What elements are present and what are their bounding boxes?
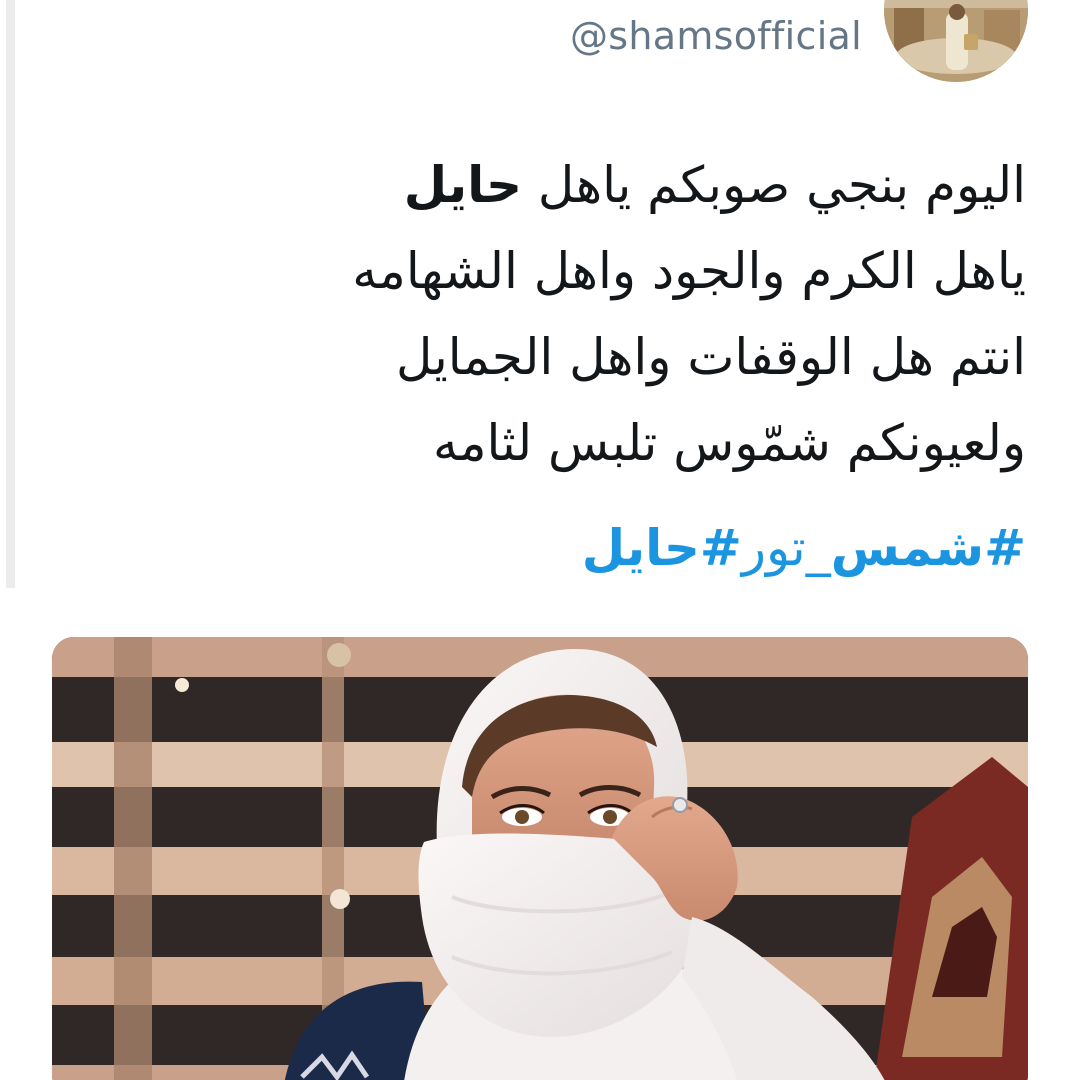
hashtag-row: #شمس_تور#حايل bbox=[582, 508, 1026, 588]
tweet-line-text: انتم هل الوقفات واهل الجمايل bbox=[395, 328, 1026, 386]
tweet-screen: @shamsofficial اليوم بنجي صوبكم ياهل حاي… bbox=[0, 0, 1080, 1080]
hashtag-link[interactable]: #شمس_تور bbox=[742, 519, 1026, 577]
hashtag-rest-part: _تور bbox=[741, 519, 831, 577]
thread-divider bbox=[6, 0, 15, 588]
hashtag-link[interactable]: #حايل bbox=[582, 519, 742, 577]
user-handle[interactable]: @shamsofficial bbox=[570, 14, 862, 58]
hashtag-bold-part: #شمس bbox=[830, 519, 1026, 577]
avatar-photo bbox=[884, 0, 1028, 82]
tweet-line: اليوم بنجي صوبكم ياهل حايل bbox=[346, 142, 1026, 228]
tweet-media[interactable] bbox=[52, 637, 1028, 1080]
tweet-line: ولعيونكم شمّوس تلبس لثامه bbox=[346, 400, 1026, 486]
tweet-line-text: اليوم بنجي صوبكم ياهل bbox=[521, 156, 1026, 214]
avatar[interactable] bbox=[884, 0, 1028, 82]
tweet-line-text: ولعيونكم شمّوس تلبس لثامه bbox=[432, 414, 1026, 472]
tweet-line-bold: حايل bbox=[403, 156, 522, 214]
tweet-photo bbox=[52, 637, 1028, 1080]
tweet-line: ياهل الكرم والجود واهل الشهامه bbox=[346, 228, 1026, 314]
tweet-line: انتم هل الوقفات واهل الجمايل bbox=[346, 314, 1026, 400]
tweet-body: اليوم بنجي صوبكم ياهل حايل ياهل الكرم وا… bbox=[346, 142, 1026, 486]
tweet-line-text: ياهل الكرم والجود واهل الشهامه bbox=[352, 242, 1026, 300]
